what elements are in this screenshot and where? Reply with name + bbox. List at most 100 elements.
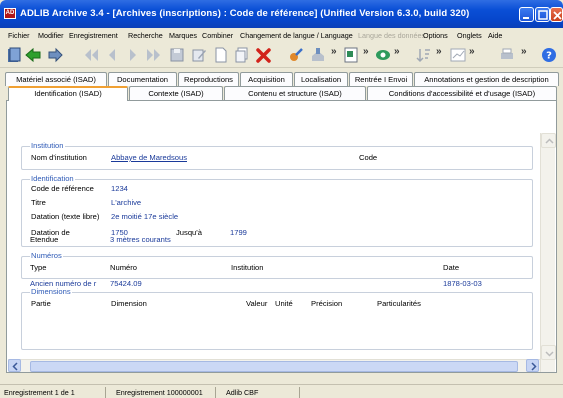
menu-language[interactable]: Changement de langue / Language — [240, 31, 353, 40]
menu-combiner[interactable]: Combiner — [202, 31, 233, 40]
form-button[interactable] — [342, 46, 360, 64]
tab-localisation[interactable]: Localisation — [294, 72, 348, 86]
tab-acquisition[interactable]: Acquisition — [240, 72, 293, 86]
header-type: Type — [30, 263, 47, 272]
help-icon: ? — [542, 48, 556, 62]
last-record-button[interactable] — [145, 46, 163, 64]
next-record-button[interactable] — [124, 46, 142, 64]
scroll-down-button[interactable] — [541, 345, 556, 360]
group-title-dimensions: Dimensions — [30, 287, 72, 296]
value-numero[interactable]: 75424.09 — [110, 279, 142, 288]
scroll-right-button[interactable] — [526, 359, 539, 372]
status-record-count: Enregistrement 1 de 1 — [0, 387, 106, 398]
print-button[interactable] — [498, 46, 516, 64]
menu-recherche[interactable]: Recherche — [128, 31, 163, 40]
toolbar-overflow-3[interactable]: » — [394, 46, 400, 57]
save-button[interactable] — [168, 46, 186, 64]
menu-modifier[interactable]: Modifier — [38, 31, 64, 40]
chevron-left-icon — [12, 362, 18, 371]
menu-onglets[interactable]: Onglets — [457, 31, 482, 40]
label-etendue: Etendue — [30, 235, 59, 244]
help-button[interactable]: ? — [540, 46, 558, 64]
header-valeur: Valeur — [246, 299, 268, 308]
edit-icon — [192, 49, 206, 62]
tab-identification[interactable]: Identification (ISAD) — [8, 86, 128, 101]
delete-icon — [256, 48, 271, 63]
tab-conditions-acces[interactable]: Conditions d'accessibilité et d'usage (I… — [367, 86, 557, 100]
tab-annotations[interactable]: Annotations et gestion de description — [414, 72, 559, 86]
header-numero: Numéro — [110, 263, 138, 272]
tab-contenu-structure[interactable]: Contenu et structure (ISAD) — [224, 86, 366, 100]
menu-enregistrement[interactable]: Enregistrement — [69, 31, 118, 40]
header-precision: Précision — [311, 299, 343, 308]
form-icon — [344, 47, 358, 63]
chart-button[interactable] — [449, 46, 467, 64]
forward-icon — [48, 47, 63, 63]
menu-aide[interactable]: Aide — [488, 31, 502, 40]
value-jusqua[interactable]: 1799 — [230, 228, 247, 237]
maximize-icon — [538, 10, 548, 20]
tab-reproductions[interactable]: Reproductions — [178, 72, 239, 86]
minimize-button[interactable] — [519, 7, 534, 22]
app-button[interactable] — [5, 46, 23, 64]
tab-contexte[interactable]: Contexte (ISAD) — [129, 86, 223, 100]
back-button[interactable] — [24, 46, 42, 64]
tab-materiel-associe[interactable]: Matériel associé (ISAD) — [5, 72, 107, 86]
app-logo-icon: AD — [4, 8, 16, 19]
copy-record-button[interactable] — [233, 46, 251, 64]
header-dimension: Dimension — [111, 299, 147, 308]
back-icon — [25, 47, 41, 63]
status-bar: Enregistrement 1 de 1 Enregistrement 100… — [0, 384, 563, 398]
header-particularites: Particularités — [377, 299, 421, 308]
forward-button[interactable] — [46, 46, 64, 64]
new-record-button[interactable] — [212, 46, 230, 64]
value-datation-texte[interactable]: 2e moitié 17e siècle — [111, 212, 178, 221]
group-institution: Institution Nom d'institution Abbaye de … — [21, 141, 533, 170]
horizontal-scroll-thumb[interactable] — [30, 361, 518, 372]
scroll-up-button[interactable] — [541, 133, 556, 148]
toolbar-overflow-5[interactable]: » — [469, 46, 475, 57]
import-button[interactable] — [309, 46, 327, 64]
link-button[interactable] — [287, 46, 305, 64]
value-code-reference[interactable]: 1234 — [111, 184, 128, 193]
toolbar-overflow-1[interactable]: » — [331, 46, 337, 57]
value-etendue[interactable]: 3 mètres courants — [110, 235, 171, 244]
group-dimensions: Dimensions Partie Dimension Valeur Unité… — [21, 287, 533, 350]
label-jusqua: Jusqu'à — [176, 228, 202, 237]
menu-options[interactable]: Options — [423, 31, 448, 40]
vertical-scrollbar[interactable] — [540, 133, 556, 372]
app-icon — [8, 47, 21, 62]
close-button[interactable] — [550, 7, 563, 22]
delete-record-button[interactable] — [255, 46, 273, 64]
label-code-reference: Code de référence — [31, 184, 94, 193]
scroll-left-button[interactable] — [8, 359, 21, 372]
tab-rentree-envoi[interactable]: Rentrée I Envoi — [349, 72, 413, 86]
label-titre: Titre — [31, 198, 46, 207]
horizontal-scrollbar[interactable] — [8, 359, 540, 372]
maximize-button[interactable] — [535, 7, 550, 22]
close-icon — [553, 11, 562, 20]
sort-button[interactable] — [415, 46, 433, 64]
header-unite: Unité — [275, 299, 293, 308]
first-record-button[interactable] — [82, 46, 100, 64]
toolbar-overflow-6[interactable]: » — [521, 46, 527, 57]
view-button[interactable] — [374, 46, 392, 64]
last-icon — [147, 49, 160, 61]
tab-documentation[interactable]: Documentation — [108, 72, 177, 86]
toolbar-overflow-2[interactable]: » — [363, 46, 369, 57]
save-icon — [170, 48, 184, 62]
value-titre[interactable]: L'archive — [111, 198, 141, 207]
value-nom-institution[interactable]: Abbaye de Maredsous — [111, 153, 187, 162]
menu-marques[interactable]: Marques — [169, 31, 197, 40]
edit-button[interactable] — [190, 46, 208, 64]
link-icon — [290, 48, 303, 61]
chevron-right-icon — [531, 362, 537, 371]
minimize-icon — [523, 17, 529, 19]
toolbar-overflow-4[interactable]: » — [436, 46, 442, 57]
value-numero-date[interactable]: 1878-03-03 — [443, 279, 482, 288]
status-database: Adlib CBF — [222, 387, 300, 398]
header-partie: Partie — [31, 299, 51, 308]
menu-fichier[interactable]: Fichier — [8, 31, 30, 40]
previous-record-button[interactable] — [103, 46, 121, 64]
new-icon — [215, 47, 227, 63]
